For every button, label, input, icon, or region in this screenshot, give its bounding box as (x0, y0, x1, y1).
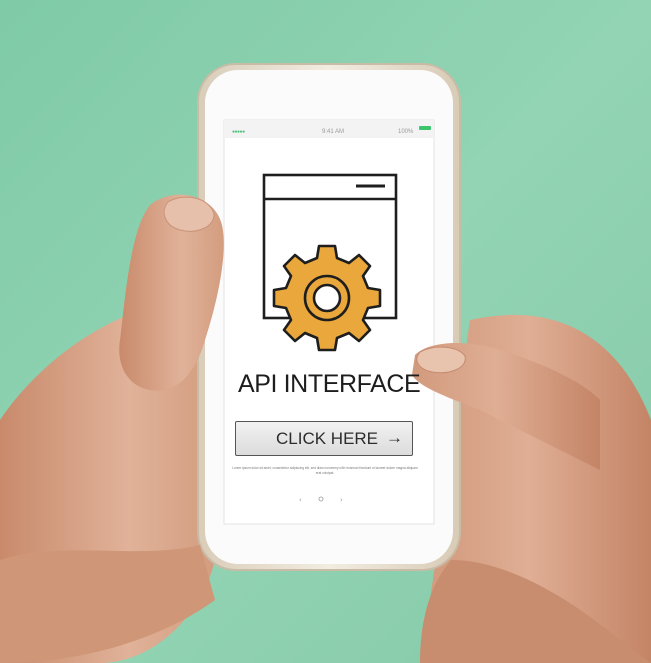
gear-icon (272, 244, 382, 352)
click-here-button[interactable]: CLICK HERE → (235, 421, 413, 456)
scene-illustration: ‹ › (0, 0, 651, 663)
pagination-prev: ‹ (299, 496, 302, 504)
body-text: Lorem ipsum dolor sit amet, consectetur … (232, 466, 418, 475)
arrow-right-icon: → (386, 428, 403, 447)
battery-percent: 100% (398, 129, 414, 135)
battery-icon (419, 126, 431, 130)
photo-scene: ‹ › ●●●●● 9:41 AM 100% API INTERFACE CLI… (0, 0, 651, 663)
signal-indicator: ●●●●● (232, 129, 245, 135)
screen-title: API INTERFACE (238, 370, 421, 398)
pagination-next: › (340, 496, 343, 504)
right-thumbnail (416, 346, 466, 374)
click-here-label: CLICK HERE (276, 429, 379, 448)
status-time: 9:41 AM (322, 129, 345, 135)
